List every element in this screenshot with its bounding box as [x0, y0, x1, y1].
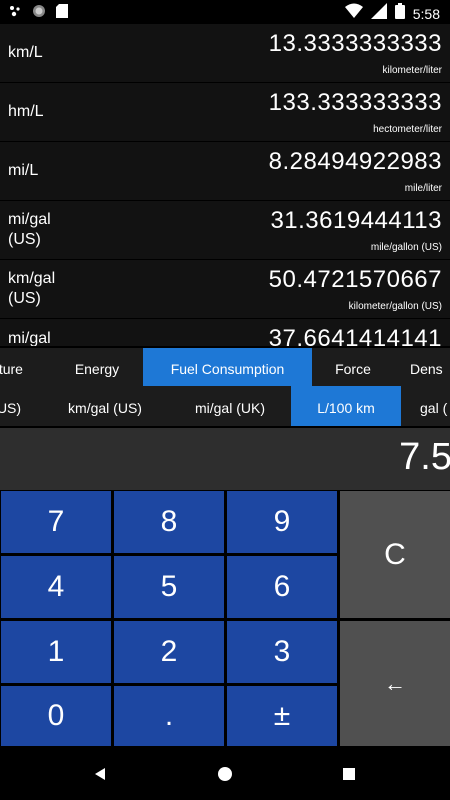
- result-value: 13.3333333333: [268, 30, 442, 57]
- result-value: 37.6641414141: [268, 325, 442, 346]
- clock-time: 5:58: [412, 5, 440, 22]
- result-description: mile/gallon (US): [370, 242, 442, 253]
- result-value: 31.3619444113: [270, 207, 442, 234]
- circle-icon: [32, 4, 46, 23]
- navigation-bar: [0, 748, 450, 800]
- result-description: kilometer/gallon (US): [348, 301, 442, 312]
- result-unit: mi/gal: [8, 330, 51, 346]
- key-2[interactable]: 2: [114, 621, 224, 683]
- key-0[interactable]: 0: [1, 686, 111, 746]
- display-value: 7.5: [399, 436, 450, 478]
- keypad: 7 8 9 4 5 6 1 2 3 0 . ± C ←: [0, 490, 450, 746]
- unit-tab-km-gal-us[interactable]: km/gal (US): [52, 386, 158, 426]
- result-unit: km/L: [8, 44, 43, 61]
- status-bar: 5:58: [0, 0, 450, 24]
- home-icon[interactable]: [213, 762, 237, 786]
- key-4[interactable]: 4: [1, 556, 111, 618]
- result-row[interactable]: hm/L 133.333333333 hectometer/liter: [0, 83, 450, 142]
- key-decimal[interactable]: .: [114, 686, 224, 746]
- tab-force[interactable]: Force: [312, 348, 394, 386]
- result-description: mile/liter: [404, 183, 442, 194]
- unit-tab-mi-gal-uk[interactable]: mi/gal (UK): [178, 386, 282, 426]
- result-unit: km/gal (US): [8, 270, 56, 307]
- tab-density[interactable]: Dens: [410, 348, 450, 386]
- assistant-icon: [8, 4, 22, 23]
- key-5[interactable]: 5: [114, 556, 224, 618]
- battery-icon: [394, 3, 405, 24]
- key-sign-toggle[interactable]: ±: [227, 686, 337, 746]
- clear-button[interactable]: C: [340, 491, 450, 618]
- key-3[interactable]: 3: [227, 621, 337, 683]
- result-description: kilometer/liter: [382, 65, 442, 76]
- result-row[interactable]: km/gal (US) 50.4721570667 kilometer/gall…: [0, 260, 450, 319]
- unit-tab-next[interactable]: gal (: [420, 386, 450, 426]
- key-8[interactable]: 8: [114, 491, 224, 553]
- input-display: 7.5: [0, 428, 450, 490]
- key-9[interactable]: 9: [227, 491, 337, 553]
- sd-card-icon: [56, 4, 68, 23]
- signal-icon: [370, 3, 387, 24]
- results-list[interactable]: km/L 13.3333333333 kilometer/liter hm/L …: [0, 24, 450, 346]
- back-icon[interactable]: [88, 762, 112, 786]
- result-value: 133.333333333: [268, 89, 442, 116]
- result-unit: hm/L: [8, 103, 44, 120]
- result-value: 8.28494922983: [268, 148, 442, 175]
- result-row[interactable]: mi/gal (US) 31.3619444113 mile/gallon (U…: [0, 201, 450, 260]
- recents-icon[interactable]: [337, 762, 361, 786]
- key-1[interactable]: 1: [1, 621, 111, 683]
- key-6[interactable]: 6: [227, 556, 337, 618]
- tab-energy[interactable]: Energy: [52, 348, 142, 386]
- backspace-button[interactable]: ←: [340, 621, 450, 746]
- result-row[interactable]: km/L 13.3333333333 kilometer/liter: [0, 24, 450, 83]
- result-value: 50.4721570667: [268, 266, 442, 293]
- tab-fuel-consumption[interactable]: Fuel Consumption: [143, 348, 312, 386]
- result-unit: mi/gal (US): [8, 211, 51, 248]
- result-row[interactable]: mi/L 8.28494922983 mile/liter: [0, 142, 450, 201]
- result-unit: mi/L: [8, 162, 39, 179]
- unit-tabs[interactable]: US) km/gal (US) mi/gal (UK) L/100 km gal…: [0, 386, 450, 426]
- unit-tab-prev[interactable]: US): [0, 386, 22, 426]
- category-tabs[interactable]: ature Energy Fuel Consumption Force Dens: [0, 348, 450, 386]
- wifi-icon: [344, 3, 363, 24]
- result-description: hectometer/liter: [373, 124, 442, 135]
- result-row[interactable]: mi/gal 37.6641414141: [0, 319, 450, 346]
- unit-tab-l-100km[interactable]: L/100 km: [291, 386, 401, 426]
- key-7[interactable]: 7: [1, 491, 111, 553]
- tab-temperature[interactable]: ature: [0, 348, 32, 386]
